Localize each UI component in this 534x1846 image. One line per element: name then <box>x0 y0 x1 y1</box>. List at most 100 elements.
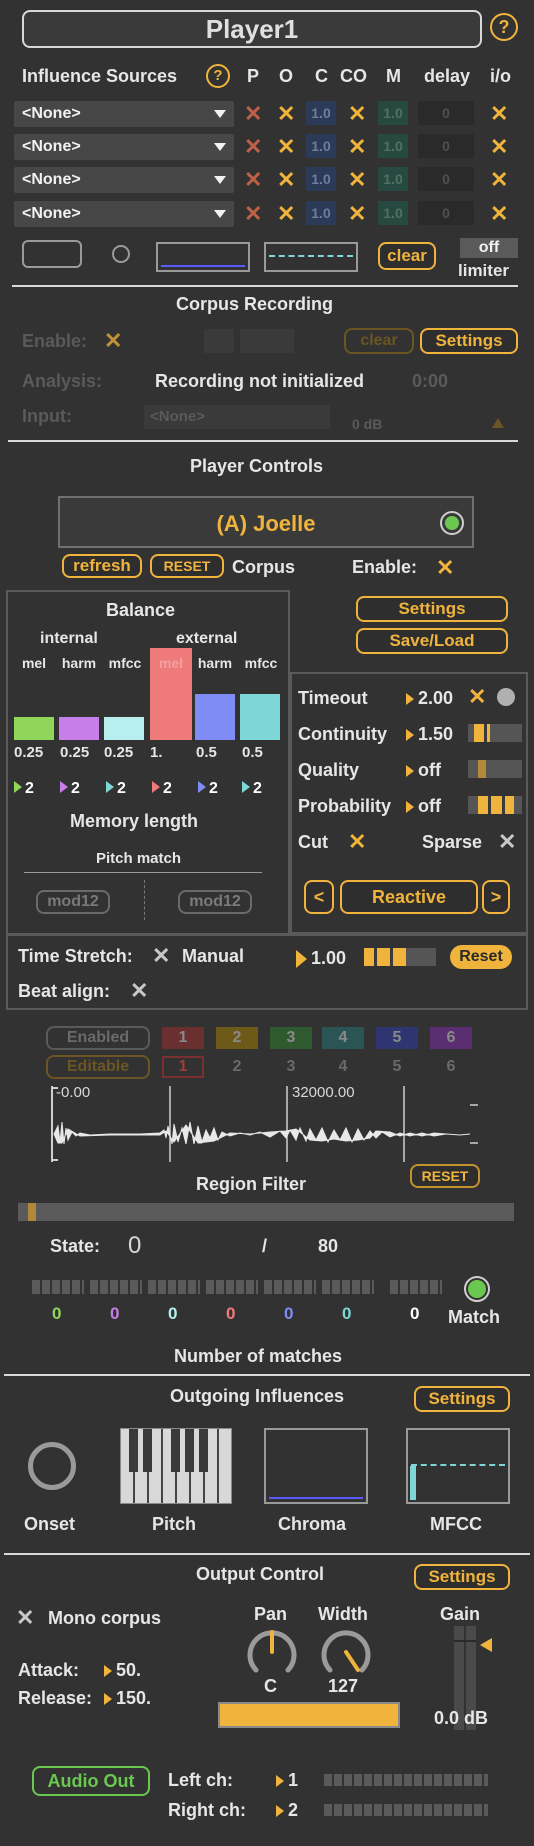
release-value[interactable]: 150. <box>104 1688 151 1709</box>
corpus-active-indicator[interactable] <box>440 511 464 535</box>
attack-value[interactable]: 50. <box>104 1660 141 1681</box>
region-slot-enabled-6[interactable]: 6 <box>430 1027 472 1049</box>
source-dropdown[interactable]: <None> <box>14 167 234 193</box>
io-toggle[interactable]: ✕ <box>490 169 508 191</box>
region-slot-editable-2[interactable]: 2 <box>216 1056 258 1078</box>
delay-value[interactable]: 0 <box>418 167 474 191</box>
timestretch-reset-button[interactable]: Reset <box>450 945 512 969</box>
probability-value[interactable]: off <box>406 796 441 817</box>
delay-value[interactable]: 0 <box>418 101 474 125</box>
memory-length-4[interactable]: 2 <box>152 780 172 798</box>
audio-out-button[interactable]: Audio Out <box>32 1766 150 1796</box>
delay-value[interactable]: 0 <box>418 134 474 158</box>
sparse-toggle[interactable]: ✕ <box>498 831 516 853</box>
timeout-value[interactable]: 2.00 <box>406 688 453 709</box>
p-toggle[interactable]: ✕ <box>244 169 262 191</box>
p-toggle[interactable]: ✕ <box>244 136 262 158</box>
mode-next-button[interactable]: > <box>482 880 510 914</box>
c-value[interactable]: 1.0 <box>306 134 336 158</box>
memory-length-6[interactable]: 2 <box>242 780 262 798</box>
influence-clear-button[interactable]: clear <box>378 242 436 270</box>
player-name-field[interactable]: Player1 <box>22 10 482 48</box>
probability-slider[interactable] <box>468 796 522 814</box>
region-slot-enabled-2[interactable]: 2 <box>216 1027 258 1049</box>
output-settings-button[interactable]: Settings <box>414 1564 510 1590</box>
io-toggle[interactable]: ✕ <box>490 103 508 125</box>
corpus-display[interactable]: (A) Joelle <box>58 496 474 548</box>
mono-corpus-toggle[interactable]: ✕ <box>16 1607 34 1629</box>
recording-enable-toggle[interactable]: ✕ <box>104 330 122 352</box>
record-button[interactable] <box>204 329 234 353</box>
influence-help-button[interactable]: ? <box>206 64 230 88</box>
memory-length-5[interactable]: 2 <box>198 780 218 798</box>
region-slot-editable-6[interactable]: 6 <box>430 1056 472 1078</box>
memory-length-2[interactable]: 2 <box>60 780 80 798</box>
quality-slider[interactable] <box>468 760 522 778</box>
source-dropdown[interactable]: <None> <box>14 201 234 227</box>
memory-length-3[interactable]: 2 <box>106 780 126 798</box>
match-indicator[interactable] <box>464 1276 490 1302</box>
region-slot-editable-1[interactable]: 1 <box>162 1056 204 1078</box>
recording-clear-button[interactable]: clear <box>344 328 414 354</box>
balance-slider-external-harm[interactable] <box>195 694 235 740</box>
player-settings-button[interactable]: Settings <box>356 596 508 622</box>
m-value[interactable]: 1.0 <box>378 201 408 225</box>
timestretch-toggle[interactable]: ✕ <box>152 945 170 967</box>
timestretch-slider[interactable] <box>364 948 436 966</box>
o-toggle[interactable]: ✕ <box>277 136 295 158</box>
region-slot-editable-4[interactable]: 4 <box>322 1056 364 1078</box>
region-slot-editable-3[interactable]: 3 <box>270 1056 312 1078</box>
balance-slider-internal-mfcc[interactable] <box>104 717 144 740</box>
mode-selector[interactable]: Reactive <box>340 880 478 914</box>
region-editable-button[interactable]: Editable <box>46 1055 150 1079</box>
waveform-display[interactable]: -0.00 32000.00 <box>50 1084 480 1162</box>
balance-slider-internal-harm[interactable] <box>59 717 99 740</box>
width-knob[interactable] <box>318 1624 374 1680</box>
region-enabled-button[interactable]: Enabled <box>46 1026 150 1050</box>
source-dropdown[interactable]: <None> <box>14 101 234 127</box>
balance-slider-internal-mel[interactable] <box>14 717 54 740</box>
region-slot-enabled-4[interactable]: 4 <box>322 1027 364 1049</box>
state-value[interactable]: 0 <box>128 1232 141 1260</box>
region-slot-enabled-5[interactable]: 5 <box>376 1027 418 1049</box>
cut-toggle[interactable]: ✕ <box>348 831 366 853</box>
co-toggle[interactable]: ✕ <box>348 103 366 125</box>
region-slot-enabled-3[interactable]: 3 <box>270 1027 312 1049</box>
mod12-internal-button[interactable]: mod12 <box>36 890 110 914</box>
source-dropdown[interactable]: <None> <box>14 134 234 160</box>
o-toggle[interactable]: ✕ <box>277 169 295 191</box>
co-toggle[interactable]: ✕ <box>348 203 366 225</box>
io-toggle[interactable]: ✕ <box>490 203 508 225</box>
m-value[interactable]: 1.0 <box>378 134 408 158</box>
region-scroll-bar[interactable] <box>18 1203 514 1221</box>
delay-value[interactable]: 0 <box>418 201 474 225</box>
c-value[interactable]: 1.0 <box>306 101 336 125</box>
limiter-toggle[interactable]: off <box>460 238 518 258</box>
save-load-button[interactable]: Save/Load <box>356 628 508 654</box>
right-channel-value[interactable]: 2 <box>276 1800 298 1821</box>
p-toggle[interactable]: ✕ <box>244 103 262 125</box>
o-toggle[interactable]: ✕ <box>277 203 295 225</box>
help-button[interactable]: ? <box>490 13 518 41</box>
co-toggle[interactable]: ✕ <box>348 169 366 191</box>
co-toggle[interactable]: ✕ <box>348 136 366 158</box>
player-enable-toggle[interactable]: ✕ <box>436 557 454 579</box>
m-value[interactable]: 1.0 <box>378 101 408 125</box>
o-toggle[interactable]: ✕ <box>277 103 295 125</box>
continuity-slider[interactable] <box>468 724 522 742</box>
left-channel-value[interactable]: 1 <box>276 1770 298 1791</box>
c-value[interactable]: 1.0 <box>306 201 336 225</box>
quality-value[interactable]: off <box>406 760 441 781</box>
timeout-toggle[interactable]: ✕ <box>468 686 486 708</box>
mod12-external-button[interactable]: mod12 <box>178 890 252 914</box>
region-reset-button[interactable]: RESET <box>410 1164 480 1188</box>
beat-align-toggle[interactable]: ✕ <box>130 980 148 1002</box>
input-dropdown[interactable]: <None> <box>144 405 330 429</box>
pan-width-bar[interactable] <box>218 1702 400 1728</box>
corpus-reset-button[interactable]: RESET <box>150 554 224 578</box>
rec-button[interactable] <box>240 329 294 353</box>
continuity-value[interactable]: 1.50 <box>406 724 453 745</box>
region-slot-enabled-1[interactable]: 1 <box>162 1027 204 1049</box>
balance-slider-external-mfcc[interactable] <box>240 694 280 740</box>
mode-prev-button[interactable]: < <box>304 880 334 914</box>
